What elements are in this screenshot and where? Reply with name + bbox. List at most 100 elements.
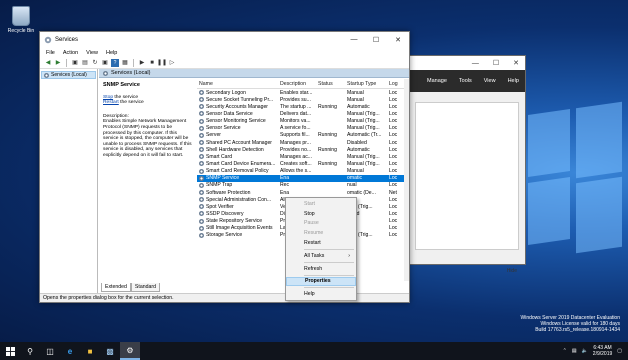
tree-item-services-local[interactable]: Services (Local) [41,71,96,79]
edge-browser-icon[interactable]: e [60,342,80,360]
cell-description: Provides su... [280,96,311,103]
column-header-description[interactable]: Description [279,81,317,87]
column-header-startup-type[interactable]: Startup Type [346,81,388,87]
menu-item-all-tasks[interactable]: All Tasks › [286,251,356,261]
menu-view[interactable]: View [86,50,98,56]
pause-service-icon[interactable]: ❚❚ [157,59,167,67]
refresh-icon[interactable]: ↻ [91,59,99,67]
table-row[interactable]: Sensor Service A service fo... Manual (Tri… [197,125,407,132]
table-row[interactable]: Server Supports fil... Running Automatic (T… [197,132,407,139]
tab-extended[interactable]: Extended [101,283,131,292]
table-row[interactable]: Sensor Monitoring Service Monitors va... M… [197,118,407,125]
menu-view[interactable]: View [484,78,496,84]
content-header-title: Services (Local) [111,70,151,76]
services-gear-icon [103,70,108,76]
table-row[interactable]: Security Accounts Manager The startup ...… [197,103,407,110]
menu-help[interactable]: Help [106,50,117,56]
view-tabs: Extended Standard [101,283,160,292]
show-hidden-icons-icon[interactable]: ⌃ [563,348,567,354]
close-icon[interactable]: ✕ [387,36,409,44]
start-button[interactable] [0,342,20,360]
cell-name-text: Sensor Service [206,125,241,132]
stop-service-icon[interactable]: ■ [148,59,156,67]
cell-name: Shared PC Account Manager [197,140,279,146]
maximize-icon[interactable]: ☐ [365,36,387,44]
clock-date: 2/9/2019 [592,351,613,357]
column-header-log-on-as[interactable]: Log [388,81,404,87]
menu-item-resume[interactable]: Resume [286,228,356,238]
stop-link[interactable]: Stop [103,95,113,100]
table-row[interactable]: Secondary Logon Enables star... Manual Loc [197,89,407,96]
menu-item-start[interactable]: Start [286,199,356,209]
services-taskbar-icon[interactable]: ⚙ [120,342,140,360]
search-icon[interactable]: ⚲ [20,342,40,360]
table-row[interactable]: Shell Hardware Detection Provides no... Ru… [197,146,407,153]
cell-log-on-as: Loc [389,139,398,146]
properties-icon[interactable]: ▦ [121,59,129,67]
cell-name-text: SNMP Service [206,175,240,182]
menu-item-refresh[interactable]: Refresh [286,264,356,274]
server-manager-icon[interactable]: ▩ [100,342,120,360]
cell-name-text: Shared PC Account Manager [206,139,272,146]
restart-link[interactable]: Restart [103,100,119,105]
menu-item-pause[interactable]: Pause [286,219,356,229]
service-gear-icon [199,182,204,188]
cell-log-on-as: Loc [389,196,398,203]
menu-separator [304,248,354,250]
hide-link[interactable]: Hide [507,268,517,274]
maximize-icon[interactable]: ☐ [493,59,499,67]
minimize-icon[interactable]: — [472,60,479,67]
menu-item-properties[interactable]: Properties [286,276,356,287]
server-manager-window[interactable]: — ☐ ✕ Manage Tools View Help ! Hide [404,55,526,274]
file-explorer-icon[interactable]: ■ [80,342,100,360]
service-gear-icon [199,147,204,153]
service-gear-icon [199,140,204,146]
cell-log-on-as: Loc [389,89,398,96]
cell-status: Running [318,103,337,110]
cell-log-on-as: Loc [389,210,398,217]
cell-name: Sensor Service [197,125,279,131]
network-icon[interactable]: ▤ [572,348,577,354]
show-hide-tree-icon[interactable]: ▣ [71,59,79,67]
menu-help[interactable]: Help [508,78,519,84]
table-row[interactable]: Software Protection Ena omatic (De... Net [197,189,407,196]
start-service-icon[interactable]: ▶ [138,59,146,67]
volume-icon[interactable]: 🔈 [582,348,588,354]
table-row[interactable]: Smart Card Manages ac... Manual (Trig... Lo… [197,153,407,160]
action-center-icon[interactable]: ▢ [617,348,622,354]
restart-service-icon[interactable]: ▷ [168,59,176,67]
tab-standard[interactable]: Standard [130,283,160,292]
back-icon[interactable]: ◀ [44,59,52,67]
menu-tools[interactable]: Tools [459,78,472,84]
table-row[interactable]: Smart Card Removal Policy Allows the s...… [197,168,407,175]
table-row[interactable]: Sensor Data Service Delivers dat... Manual… [197,110,407,117]
menu-manage[interactable]: Manage [427,78,447,84]
cell-name-text: Spot Verifier [206,203,234,210]
menu-item-restart[interactable]: Restart [286,238,356,248]
vertical-scrollbar[interactable] [404,79,409,281]
clock[interactable]: 6:43 AM 2/9/2019 [593,345,612,357]
cell-name-text: Shell Hardware Detection [206,146,264,153]
table-row[interactable]: SNMP Service Ena omatic Loc [197,174,407,182]
forward-icon[interactable]: ▶ [54,59,62,67]
column-header-name[interactable]: Name [197,81,279,87]
column-header-status[interactable]: Status [317,81,346,87]
close-icon[interactable]: ✕ [513,59,519,67]
menu-item-help[interactable]: Help [286,289,356,299]
menu-file[interactable]: File [46,50,55,56]
recycle-bin[interactable]: Recycle Bin [4,6,38,34]
help-icon[interactable]: ? [111,58,119,67]
menu-action[interactable]: Action [63,50,78,56]
minimize-icon[interactable]: — [343,36,365,44]
cell-name-text: Sensor Monitoring Service [206,118,266,125]
selected-service-name: SNMP Service [103,82,140,88]
menu-item-stop[interactable]: Stop [286,209,356,219]
table-row[interactable]: SNMP Trap Rec nual Loc [197,182,407,189]
export-list-icon[interactable]: ▣ [101,59,109,67]
list-view-icon[interactable]: ▤ [81,59,89,67]
table-row[interactable]: Shared PC Account Manager Manages pr... Di… [197,139,407,146]
task-view-icon[interactable]: ◫ [40,342,60,360]
cell-name-text: Sensor Data Service [206,110,253,117]
table-row[interactable]: Smart Card Device Enumera... Creates soft… [197,160,407,167]
table-row[interactable]: Secure Socket Tunneling Pr... Provides su… [197,96,407,103]
